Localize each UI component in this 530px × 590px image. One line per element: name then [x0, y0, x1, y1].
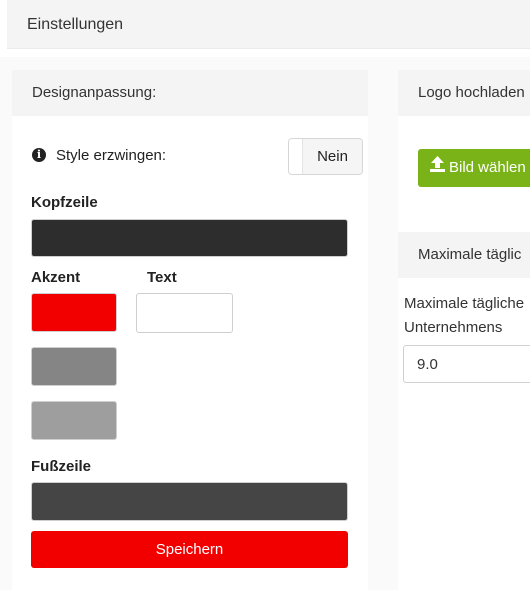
- toggle-value: Nein: [303, 139, 362, 174]
- akzent-color-swatch-1[interactable]: [31, 293, 117, 332]
- upload-button-label: Bild wählen: [449, 159, 526, 176]
- akzent-label: Akzent: [31, 269, 81, 286]
- akzent-color-swatch-2[interactable]: [31, 347, 117, 386]
- force-style-label: Style erzwingen:: [56, 147, 167, 164]
- max-hours-label: Maximale tägliche Unternehmens: [404, 295, 525, 336]
- max-hours-input[interactable]: 9.0: [403, 345, 530, 383]
- text-color-swatch[interactable]: [136, 293, 233, 333]
- kopfzeile-label: Kopfzeile: [31, 194, 98, 211]
- upload-image-button[interactable]: Bild wählen: [418, 149, 530, 187]
- kopfzeile-color-swatch[interactable]: [31, 219, 348, 257]
- logo-card-header: Logo hochladen: [398, 70, 530, 116]
- save-button[interactable]: Speichern: [31, 531, 348, 568]
- toggle-knob: [289, 139, 303, 174]
- max-hours-header: Maximale täglic: [398, 232, 530, 278]
- fusszeile-label: Fußzeile: [31, 458, 92, 475]
- akzent-color-swatch-3[interactable]: [31, 401, 117, 440]
- page-title: Einstellungen: [7, 0, 530, 49]
- upload-icon: [430, 149, 445, 187]
- fusszeile-color-swatch[interactable]: [31, 482, 348, 521]
- force-style-toggle[interactable]: Nein: [288, 138, 363, 175]
- design-card-header: Designanpassung:: [12, 70, 368, 116]
- info-icon[interactable]: i: [32, 148, 46, 162]
- text-label: Text: [147, 269, 177, 286]
